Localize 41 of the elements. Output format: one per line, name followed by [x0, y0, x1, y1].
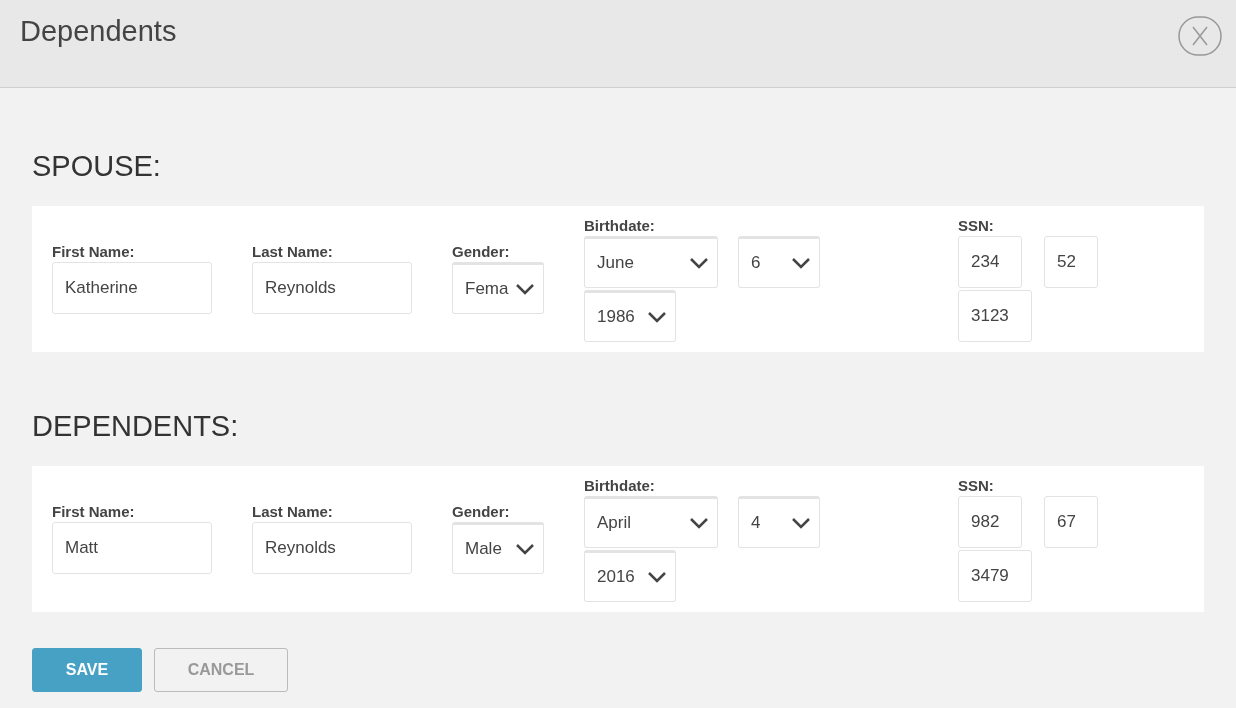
- first-name-field[interactable]: Katherine: [52, 262, 212, 314]
- field-label: SSN:: [958, 476, 995, 496]
- close-icon: [1178, 16, 1222, 56]
- ssn-field[interactable]: 234: [958, 236, 1022, 288]
- dropdown-field[interactable]: 2016: [584, 550, 676, 602]
- dropdown-field[interactable]: 4: [738, 496, 820, 548]
- chevron-down-icon: [647, 311, 667, 323]
- chevron-down-icon: [647, 571, 667, 583]
- ssn-field[interactable]: 3123: [958, 290, 1032, 342]
- chevron-down-icon: [791, 257, 811, 269]
- chevron-down-icon: [689, 517, 709, 529]
- close-button[interactable]: [1178, 16, 1222, 56]
- field-label: Gender:: [452, 502, 511, 522]
- chevron-down-icon: [791, 517, 811, 529]
- ssn-field[interactable]: 982: [958, 496, 1022, 548]
- field-label: Birthdate:: [584, 476, 656, 496]
- first-name-field[interactable]: Matt: [52, 522, 212, 574]
- chevron-down-icon: [689, 257, 709, 269]
- dialog-title: Dependents: [20, 14, 177, 49]
- ssn-field[interactable]: 67: [1044, 496, 1098, 548]
- field-label: First Name:: [52, 502, 136, 522]
- field-label: Last Name:: [252, 502, 334, 522]
- ssn-field[interactable]: 3479: [958, 550, 1032, 602]
- field-label: Gender:: [452, 242, 511, 262]
- chevron-down-icon: [515, 283, 535, 295]
- dropdown-field[interactable]: Male: [452, 522, 544, 574]
- field-label: Last Name:: [252, 242, 334, 262]
- field-label: SSN:: [958, 216, 995, 236]
- section-heading: SPOUSE:: [32, 149, 162, 184]
- field-label: First Name:: [52, 242, 136, 262]
- last-name-field[interactable]: Reynolds: [252, 262, 412, 314]
- last-name-field[interactable]: Reynolds: [252, 522, 412, 574]
- section-heading: DEPENDENTS:: [32, 409, 240, 444]
- dropdown-field[interactable]: June: [584, 236, 718, 288]
- dropdown-field[interactable]: 1986: [584, 290, 676, 342]
- chevron-down-icon: [515, 543, 535, 555]
- field-label: Birthdate:: [584, 216, 656, 236]
- ssn-field[interactable]: 52: [1044, 236, 1098, 288]
- dropdown-field[interactable]: 6: [738, 236, 820, 288]
- dropdown-field[interactable]: April: [584, 496, 718, 548]
- dropdown-field[interactable]: Fema: [452, 262, 544, 314]
